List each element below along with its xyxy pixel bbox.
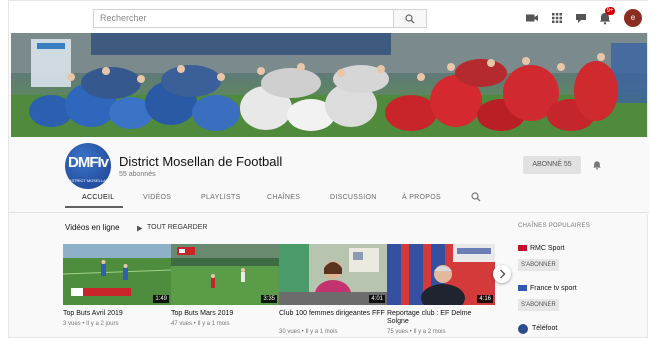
create-video-icon[interactable] <box>525 11 539 25</box>
video-duration: 4:01 <box>369 295 385 303</box>
video-title[interactable]: Reportage club : EF Delme Solgne <box>387 310 495 326</box>
channel-logo[interactable]: DMFIv DISTRICT MOSELLAN <box>65 143 111 189</box>
video-meta: 3 vues • Il y a 2 jours <box>63 321 119 327</box>
popular-channel-link[interactable]: RMC Sport <box>518 245 565 252</box>
play-all-icon[interactable] <box>136 225 143 232</box>
video-duration: 4:16 <box>477 295 493 303</box>
subscriber-count: 55 abonnés <box>119 171 156 178</box>
video-meta: 47 vues • Il y a 1 mois <box>171 321 230 327</box>
search-input[interactable]: Rechercher <box>93 9 393 28</box>
video-meta: 75 vues • Il y a 2 mois <box>387 329 446 335</box>
tab-a-propos[interactable]: À PROPOS <box>402 194 441 201</box>
popular-channels-title: CHAÎNES POPULAIRES <box>518 223 591 229</box>
account-avatar[interactable]: e <box>624 9 642 27</box>
channel-notification-bell-icon[interactable] <box>592 159 602 171</box>
tab-playlists[interactable]: PLAYLISTS <box>201 194 241 201</box>
tab-accueil[interactable]: ACCUEIL <box>82 194 114 201</box>
video-thumbnail[interactable]: 4:16 <box>387 244 495 305</box>
telefoot-logo-icon <box>518 324 528 334</box>
video-thumbnail[interactable]: 4:01 <box>279 244 387 305</box>
tab-chaines[interactable]: CHAÎNES <box>267 194 300 201</box>
rmc-sport-logo-icon <box>518 245 527 252</box>
france-tv-sport-logo-icon <box>518 285 527 292</box>
carousel-next-button[interactable] <box>493 265 511 283</box>
video-duration: 1:49 <box>153 295 169 303</box>
search-button[interactable] <box>393 9 427 28</box>
search-icon <box>405 14 415 24</box>
subscribe-button[interactable]: S'ABONNER <box>518 299 559 311</box>
channel-logo-subtext: DISTRICT MOSELLAN <box>67 178 109 183</box>
section-title[interactable]: Vidéos en ligne <box>65 223 120 232</box>
channel-logo-text: DMFIv <box>68 154 109 171</box>
team-photo-banner-image <box>11 33 647 137</box>
video-title[interactable]: Top Buts Avril 2019 <box>63 310 171 318</box>
channel-banner <box>11 33 647 137</box>
popular-channel-name: RMC Sport <box>530 245 565 252</box>
video-title[interactable]: Club 100 femmes dirigeantes FFF <box>279 310 387 318</box>
video-meta: 30 vues • Il y a 1 mois <box>279 329 338 335</box>
play-all-button[interactable]: TOUT REGARDER <box>147 224 207 231</box>
tab-videos[interactable]: VIDÉOS <box>143 194 171 201</box>
search-placeholder: Rechercher <box>100 13 147 23</box>
video-thumbnail[interactable]: 3:35 <box>171 244 279 305</box>
video-title[interactable]: Top Buts Mars 2019 <box>171 310 279 318</box>
notification-count-badge: 9+ <box>605 7 615 15</box>
tab-discussion[interactable]: DISCUSSION <box>330 194 377 201</box>
youtube-window: Rechercher 9+ e DMFIv DISTRICT MOSELLAN … <box>8 0 649 338</box>
popular-channel-name: France tv sport <box>530 285 577 292</box>
subscribed-button[interactable]: ABONNÉ 55 <box>523 156 581 174</box>
video-thumbnail[interactable]: 1:49 <box>63 244 171 305</box>
active-tab-indicator <box>65 206 123 208</box>
popular-channel-link[interactable]: France tv sport <box>518 285 577 292</box>
apps-grid-icon[interactable] <box>550 11 564 25</box>
chevron-right-icon <box>500 269 506 279</box>
top-bar: Rechercher 9+ e <box>9 1 649 33</box>
channel-search-icon[interactable] <box>471 192 481 202</box>
tabs-divider <box>9 212 649 213</box>
popular-channel-name[interactable]: Téléfoot <box>532 325 557 332</box>
subscribe-button[interactable]: S'ABONNER <box>518 259 559 271</box>
video-duration: 3:35 <box>261 295 277 303</box>
channel-title: District Mosellan de Football <box>119 154 283 169</box>
messages-icon[interactable] <box>574 11 588 25</box>
